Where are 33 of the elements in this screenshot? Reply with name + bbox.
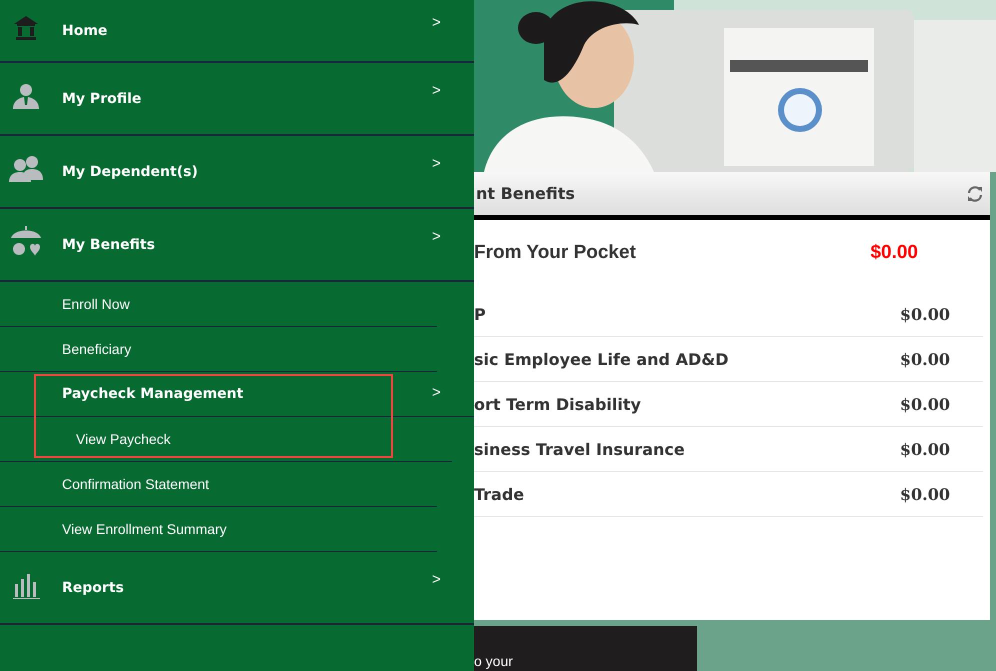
benefit-amount: $0.00: [900, 304, 950, 324]
submenu-item[interactable]: Enroll Now: [0, 282, 437, 327]
chevron: >: [432, 571, 442, 588]
banner-text: o your: [474, 653, 513, 671]
chevron: >: [432, 384, 442, 400]
menu-item[interactable]: My Benefits >: [0, 209, 474, 282]
chevron: >: [432, 155, 442, 172]
benefit-name: sic Employee Life and AD&D: [474, 350, 730, 368]
chevron: >: [432, 82, 442, 99]
benefit-amount: $0.00: [900, 394, 950, 414]
house-icon: [13, 14, 39, 40]
submenu-item[interactable]: Beneficiary: [0, 327, 437, 372]
summary-label: From Your Pocket: [474, 242, 637, 264]
submenu-item[interactable]: View Paycheck: [0, 417, 452, 462]
benefit-name: Trade: [474, 484, 526, 504]
benefit-name: siness Travel Insurance: [474, 440, 686, 458]
submenu-item[interactable]: Confirmation Statement: [0, 462, 437, 507]
refresh-icon[interactable]: [966, 184, 984, 202]
panel-title: nt Benefits: [475, 184, 576, 203]
submenu-item[interactable]: Paycheck Management >: [0, 372, 474, 417]
chevron: >: [432, 228, 442, 245]
menu-item[interactable]: Home >: [0, 0, 474, 63]
people-icon: [8, 155, 44, 182]
benefit-amount: $0.00: [900, 440, 950, 458]
person-icon: [12, 82, 40, 108]
menu-item[interactable]: My Dependent(s) >: [0, 136, 474, 209]
submenu-item[interactable]: View Enrollment Summary: [0, 507, 437, 552]
benefit-amount: $0.00: [900, 350, 950, 368]
benefit-name: P: [474, 304, 487, 324]
benefit-amount: $0.00: [900, 484, 950, 504]
summary-amount: $0.00: [870, 242, 918, 264]
benefit-name: ort Term Disability: [474, 394, 642, 414]
chevron: >: [432, 14, 442, 31]
